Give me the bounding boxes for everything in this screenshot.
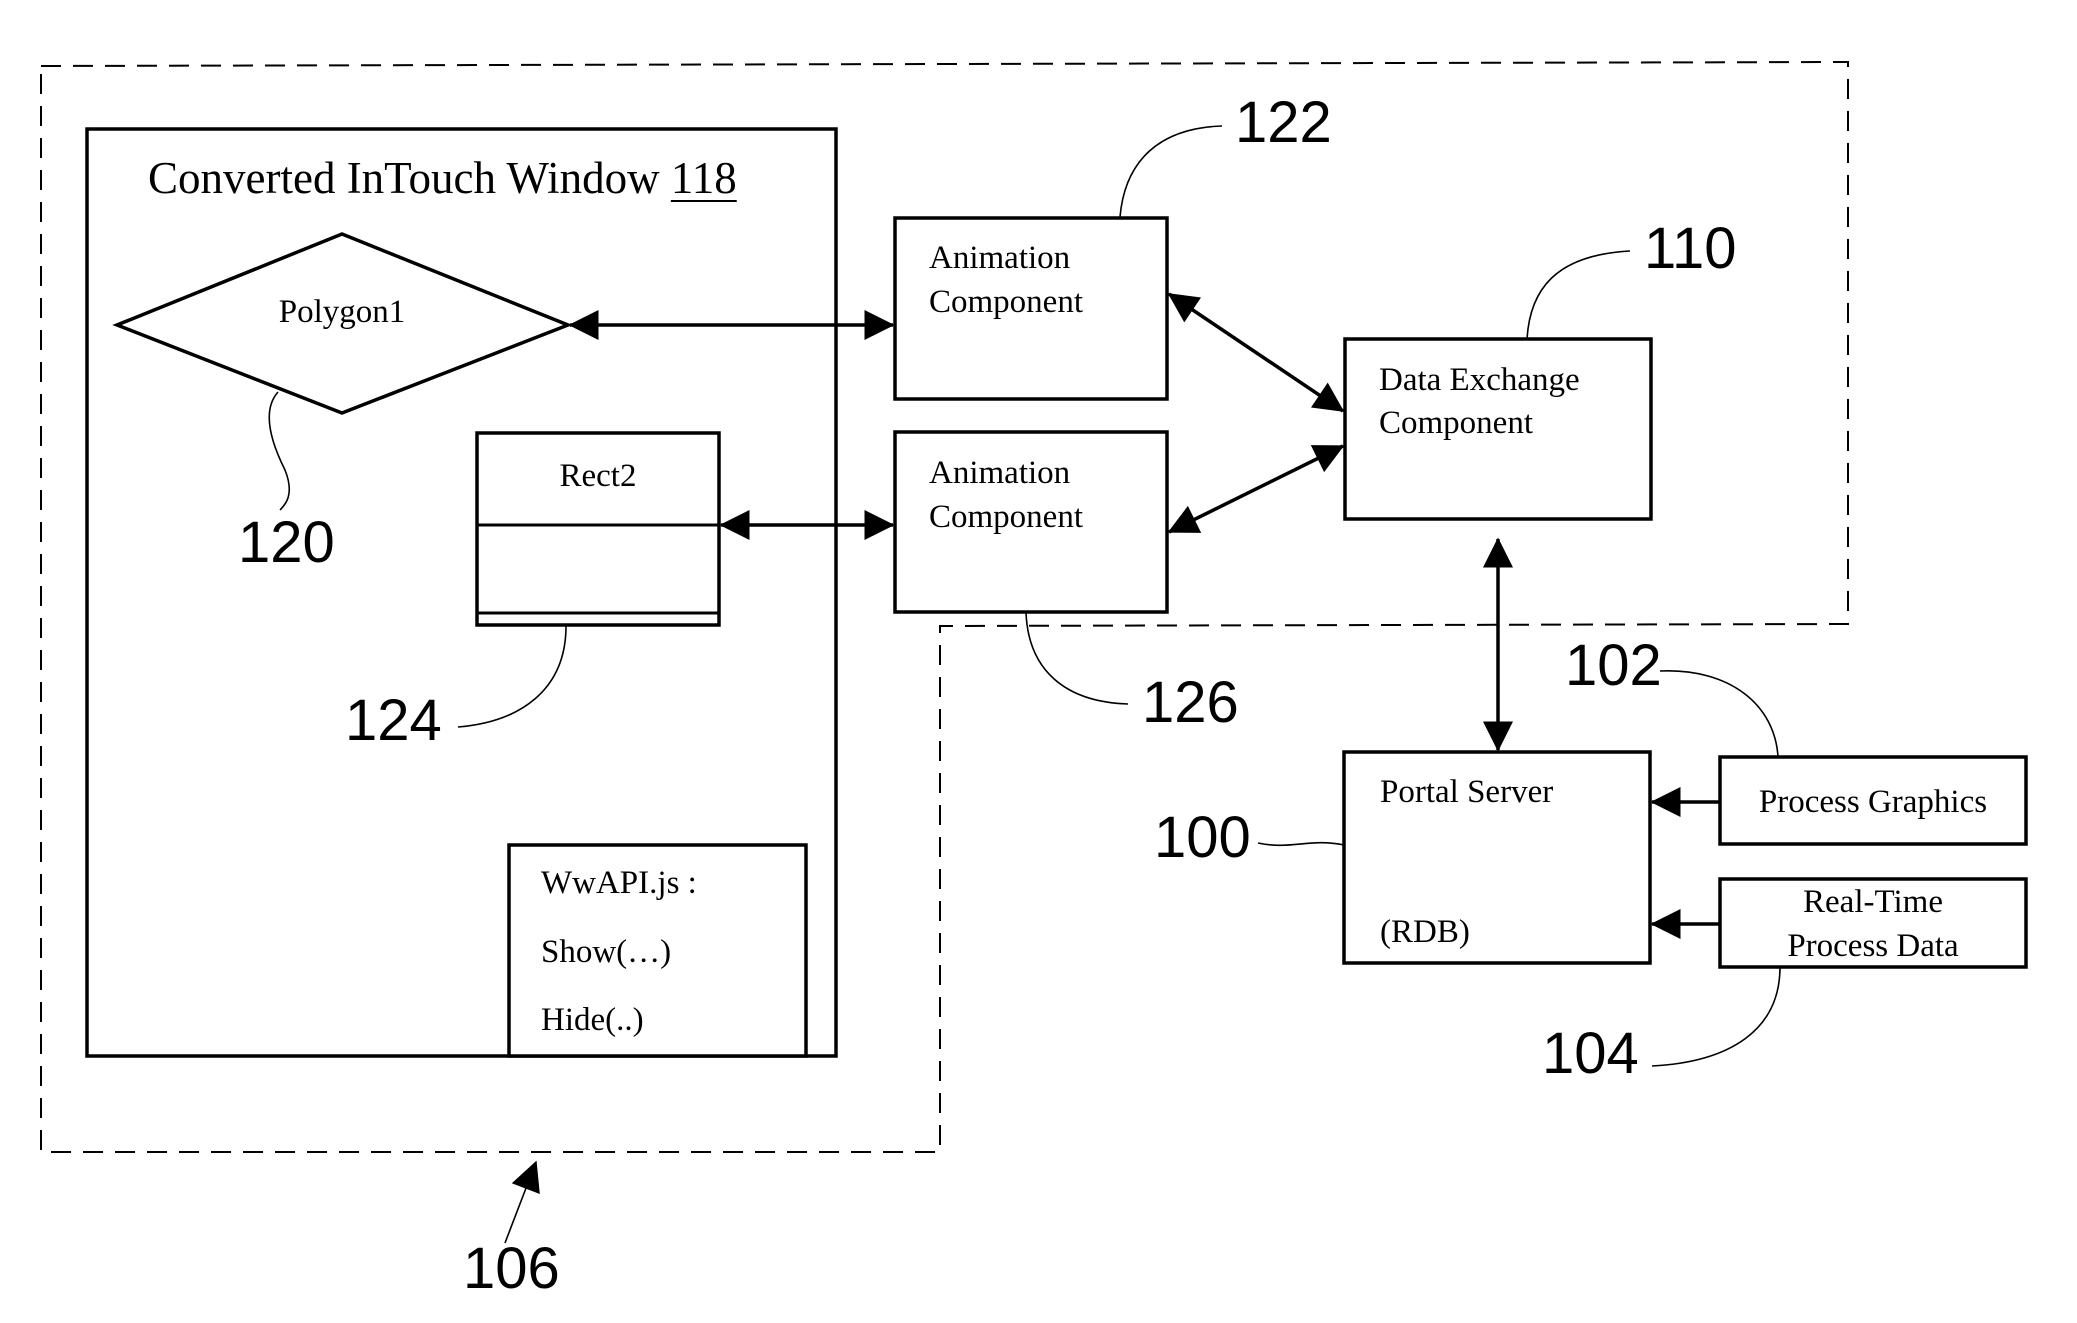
rect2-label: Rect2 (560, 458, 637, 494)
leader-102 (1659, 670, 1779, 758)
animation-component-2-line2: Component (929, 499, 1083, 535)
ref-110: 110 (1644, 216, 1736, 281)
window-title-ref: 118 (671, 153, 737, 203)
wwapi-line-2: Show(…) (541, 934, 671, 970)
real-time-line1: Real-Time (1803, 884, 1943, 920)
ref-102: 102 (1565, 633, 1662, 698)
animation-component-1-line2: Component (929, 284, 1083, 320)
ref-122: 122 (1235, 90, 1332, 155)
portal-server-line1: Portal Server (1380, 774, 1553, 810)
leader-106 (504, 1160, 540, 1244)
ref-106: 106 (463, 1236, 560, 1301)
process-graphics[interactable]: Process Graphics (1718, 755, 2028, 846)
leader-100 (1257, 841, 1345, 847)
ref-104: 104 (1542, 1021, 1639, 1086)
leader-122 (1119, 125, 1223, 218)
process-graphics-label: Process Graphics (1759, 784, 1987, 820)
animation-component-2-line1: Animation (929, 455, 1070, 491)
rect2-shape[interactable]: Rect2 (475, 431, 721, 627)
window-title-text: Converted InTouch Window (148, 153, 671, 203)
ref-100: 100 (1154, 805, 1251, 870)
leader-110 (1526, 250, 1631, 340)
ref-126: 126 (1142, 670, 1239, 735)
ref-124: 124 (345, 688, 442, 753)
window-title: Converted InTouch Window 118 (148, 153, 737, 203)
wwapi-line-3: Hide(..) (541, 1002, 644, 1038)
diagram-canvas: Converted InTouch Window 118 Polygon1 Re… (40, 60, 2028, 1301)
arrow-animation1-dataexchange (1167, 292, 1345, 413)
data-exchange-component[interactable]: Data Exchange Component (1343, 337, 1653, 521)
arrow-animation2-dataexchange (1167, 444, 1345, 534)
data-exchange-line1: Data Exchange (1379, 362, 1580, 398)
animation-component-1[interactable]: Animation Component (893, 216, 1169, 401)
polygon1-label: Polygon1 (279, 294, 406, 330)
wwapi-script-box[interactable]: WwAPI.js : Show(…) Hide(..) (507, 843, 808, 1058)
animation-component-1-line1: Animation (929, 240, 1070, 276)
real-time-line2: Process Data (1787, 928, 1959, 964)
animation-component-2[interactable]: Animation Component (893, 430, 1169, 614)
real-time-process-data[interactable]: Real-Time Process Data (1718, 877, 2028, 969)
portal-server-line2: (RDB) (1380, 914, 1470, 950)
leader-104 (1651, 966, 1781, 1067)
data-exchange-line2: Component (1379, 405, 1533, 441)
portal-server[interactable]: Portal Server (RDB) (1342, 750, 1652, 965)
wwapi-line-1: WwAPI.js : (541, 865, 697, 901)
ref-120: 120 (238, 510, 335, 575)
patent-figure: Converted InTouch Window 118 Polygon1 Re… (0, 0, 2077, 1323)
